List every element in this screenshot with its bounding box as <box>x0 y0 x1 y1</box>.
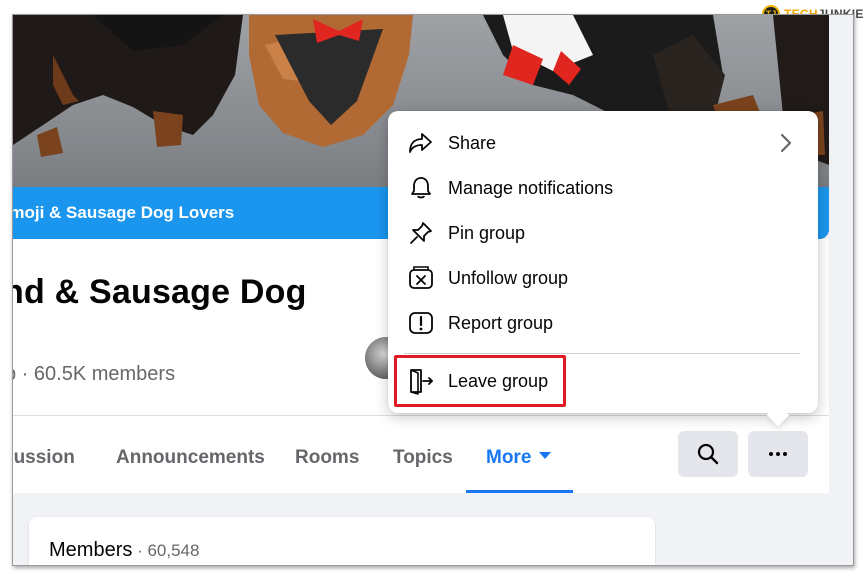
header-divider <box>13 415 829 416</box>
report-icon <box>409 312 433 334</box>
menu-item-share[interactable]: Share <box>396 121 810 165</box>
members-card-title: Members · 60,548 <box>49 539 200 561</box>
tab-announcements[interactable]: Announcements <box>116 435 265 493</box>
menu-item-label: Unfollow group <box>448 267 569 288</box>
group-title: nd & Sausage Dog <box>12 273 307 311</box>
menu-item-unfollow-group[interactable]: Unfollow group <box>396 256 810 300</box>
more-dots-icon <box>769 452 787 456</box>
facebook-group-page: hmoji & Sausage Dog Lovers nd & Sausage … <box>12 14 854 566</box>
chevron-right-icon <box>780 133 792 153</box>
menu-item-label: Manage notifications <box>448 177 614 198</box>
more-options-button[interactable] <box>748 431 808 477</box>
menu-item-label: Report group <box>448 312 554 333</box>
menu-item-label: Pin group <box>448 222 526 243</box>
caret-down-icon <box>539 452 552 460</box>
menu-item-manage-notifications[interactable]: Manage notifications <box>396 166 810 210</box>
menu-item-pin-group[interactable]: Pin group <box>396 211 810 255</box>
tab-discussion[interactable]: cussion <box>13 435 75 493</box>
group-options-menu: Share Manage notifications Pin group Unf… <box>388 111 818 413</box>
tab-more[interactable]: More <box>465 435 574 493</box>
unfollow-icon <box>409 266 433 289</box>
search-button[interactable] <box>678 431 738 477</box>
bell-icon <box>411 177 431 199</box>
tab-rooms[interactable]: Rooms <box>295 435 359 493</box>
pin-icon <box>410 222 432 244</box>
leave-group-highlight-box <box>394 355 566 407</box>
menu-separator <box>404 353 800 354</box>
members-card: Members · 60,548 <box>29 517 655 565</box>
share-icon <box>409 133 432 153</box>
group-meta: p · 60.5K members <box>12 363 176 385</box>
members-count: 60,548 <box>147 541 200 560</box>
search-icon <box>697 443 719 465</box>
tab-topics[interactable]: Topics <box>393 435 453 493</box>
menu-item-label: Share <box>448 132 497 153</box>
menu-item-report-group[interactable]: Report group <box>396 301 810 345</box>
